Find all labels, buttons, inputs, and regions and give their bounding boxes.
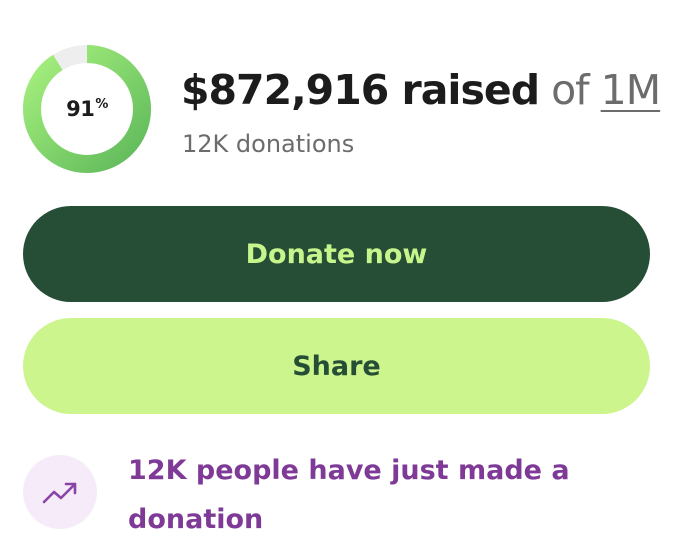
raised-of-label: of: [551, 66, 590, 114]
goal-link[interactable]: 1M: [601, 66, 661, 114]
trend-badge: [23, 455, 97, 529]
progress-percent: 91%: [23, 45, 151, 173]
raised-summary: $872,916 raised of 1M: [181, 60, 661, 120]
progress-percent-sign: %: [95, 96, 108, 112]
share-button[interactable]: Share: [23, 318, 650, 414]
donate-now-label: Donate now: [245, 238, 428, 270]
progress-percent-number: 91: [66, 97, 95, 121]
share-label: Share: [292, 350, 381, 382]
progress-ring: 91%: [23, 45, 151, 173]
raised-amount: $872,916 raised: [181, 66, 540, 114]
donations-count: 12K donations: [182, 130, 355, 158]
donate-now-button[interactable]: Donate now: [23, 206, 650, 302]
recent-donations-message: 12K people have just made a donation: [128, 455, 570, 535]
trending-up-icon: [42, 482, 77, 504]
